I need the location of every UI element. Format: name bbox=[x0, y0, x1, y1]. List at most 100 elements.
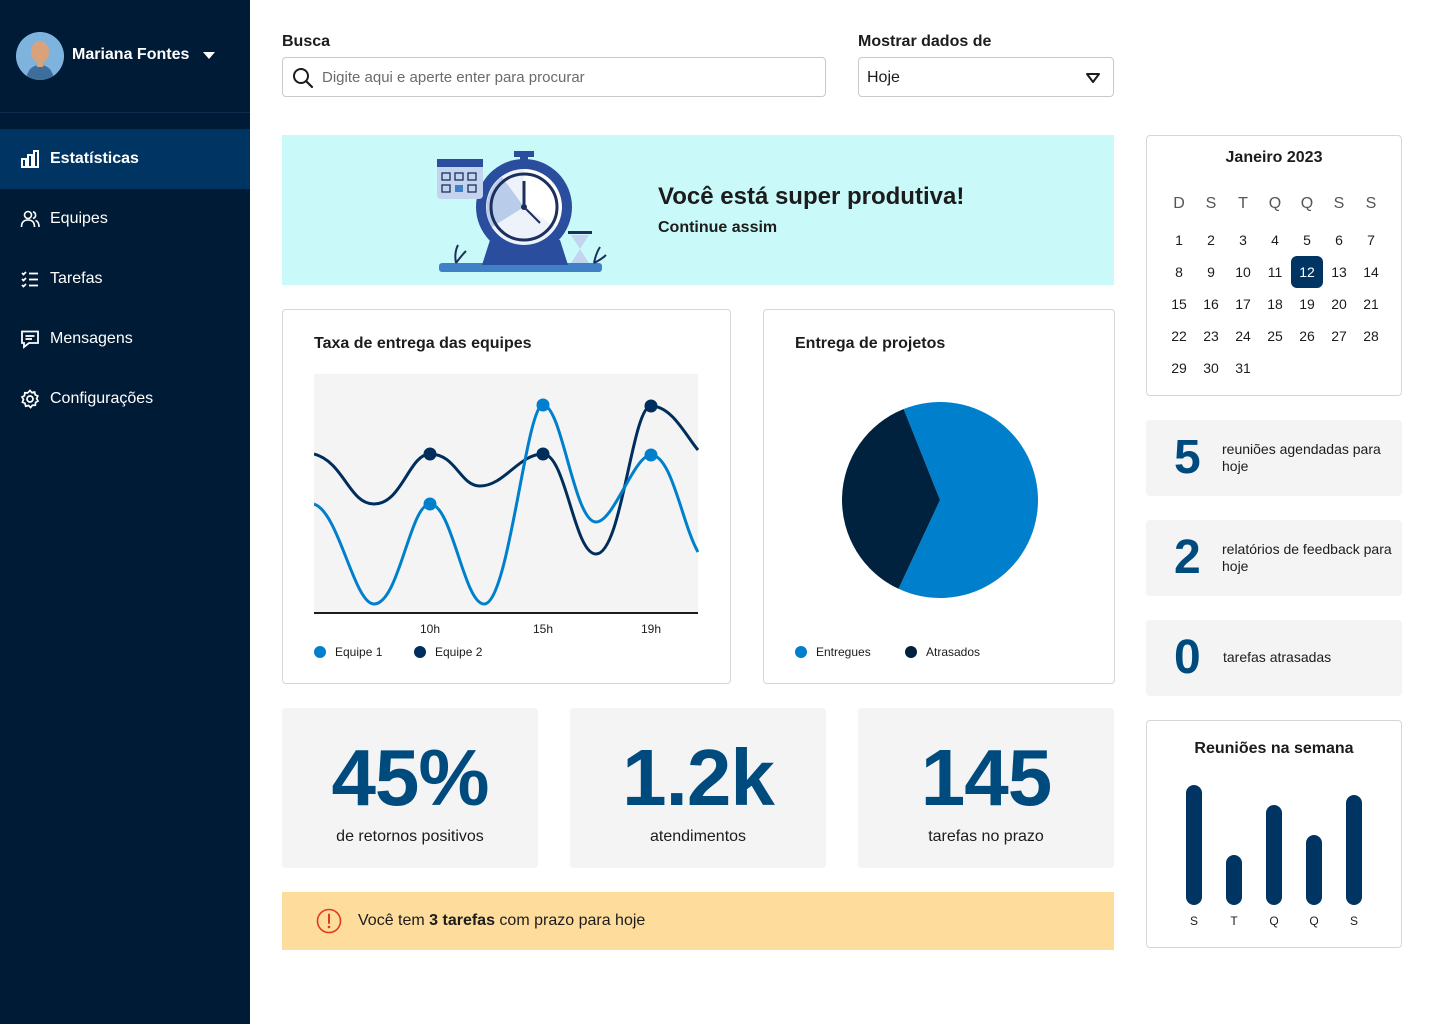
search-box[interactable] bbox=[282, 57, 826, 97]
calendar-day[interactable]: 8 bbox=[1163, 256, 1195, 288]
nav-label: Configurações bbox=[50, 390, 154, 407]
calendar-day[interactable]: 23 bbox=[1195, 320, 1227, 352]
calendar-day[interactable]: 10 bbox=[1227, 256, 1259, 288]
projects-card: Entrega de projetos Entregues Atrasados bbox=[763, 309, 1115, 684]
calendar-day[interactable]: 15 bbox=[1163, 288, 1195, 320]
calendar-weekday: T bbox=[1238, 195, 1248, 212]
bar-label: T bbox=[1230, 914, 1238, 928]
bar bbox=[1186, 785, 1202, 905]
legend-label: Equipe 2 bbox=[435, 645, 483, 659]
calendar-weekday: Q bbox=[1268, 195, 1282, 212]
delivery-rate-card: Taxa de entrega das equipes 10h 15h 19h … bbox=[282, 309, 731, 684]
bar-label: Q bbox=[1269, 914, 1278, 928]
plot-area bbox=[314, 374, 698, 613]
nav-item-equipes[interactable]: Equipes bbox=[0, 189, 250, 249]
bar bbox=[1266, 805, 1282, 905]
kpi-card: 45% de retornos positivos bbox=[282, 708, 538, 868]
kpi-value: 145 bbox=[920, 733, 1052, 822]
calendar-weekday: S bbox=[1333, 195, 1345, 212]
nav-label: Estatísticas bbox=[50, 150, 139, 167]
calendar-day[interactable]: 11 bbox=[1259, 256, 1291, 288]
alert-icon bbox=[316, 908, 342, 934]
calendar-title: Janeiro 2023 bbox=[1225, 149, 1323, 166]
search-icon bbox=[293, 68, 314, 89]
legend-dot bbox=[314, 646, 326, 658]
bar-chart: STQQS bbox=[1186, 785, 1362, 928]
calendar-day[interactable]: 30 bbox=[1195, 352, 1227, 384]
search-input[interactable] bbox=[322, 66, 812, 88]
line-point bbox=[536, 398, 550, 412]
calendar-day[interactable]: 18 bbox=[1259, 288, 1291, 320]
nav-label: Mensagens bbox=[50, 330, 133, 347]
pie-chart bbox=[842, 402, 1038, 598]
search-label: Busca bbox=[282, 33, 331, 50]
calendar-weekday: Q bbox=[1300, 195, 1314, 212]
weekly-meetings-card: Reuniões na semana S T Q Q S bbox=[1146, 720, 1402, 948]
calendar-day[interactable]: 5 bbox=[1291, 224, 1323, 256]
legend-equipe-1: Equipe 1 bbox=[314, 645, 382, 659]
calendar-day[interactable]: 14 bbox=[1355, 256, 1387, 288]
legend-label: Equipe 1 bbox=[335, 645, 383, 659]
line-point bbox=[644, 399, 658, 413]
calendar-day[interactable]: 2 bbox=[1195, 224, 1227, 256]
stat-text: tarefas atrasadas bbox=[1223, 649, 1332, 665]
legend-dot bbox=[795, 646, 807, 658]
caret-down-icon[interactable] bbox=[203, 52, 215, 59]
banner-subtitle: Continue assim bbox=[658, 219, 778, 236]
calendar-day[interactable]: 20 bbox=[1323, 288, 1355, 320]
line-point bbox=[423, 497, 437, 511]
delivery-rate-title: Taxa de entrega das equipes bbox=[314, 335, 532, 352]
kpi-caption: tarefas no prazo bbox=[928, 828, 1044, 845]
calendar-day[interactable]: 31 bbox=[1227, 352, 1259, 384]
kpi-caption: de retornos positivos bbox=[336, 828, 484, 845]
filter-label: Mostrar dados de bbox=[858, 33, 992, 50]
profile-menu[interactable]: Mariana Fontes bbox=[0, 0, 250, 113]
calendar-day[interactable]: 24 bbox=[1227, 320, 1259, 352]
gear-icon bbox=[20, 389, 40, 409]
avatar bbox=[16, 32, 64, 80]
calendar-day[interactable]: 1 bbox=[1163, 224, 1195, 256]
deadline-alert: Você tem 3 tarefas com prazo para hoje bbox=[282, 892, 1114, 950]
kpi-caption: atendimentos bbox=[649, 828, 747, 845]
calendar-day[interactable]: 16 bbox=[1195, 288, 1227, 320]
stat-value: 2 bbox=[1174, 531, 1201, 584]
calendar-day[interactable]: 26 bbox=[1291, 320, 1323, 352]
checklist-icon bbox=[20, 269, 40, 289]
calendar-day[interactable]: 27 bbox=[1323, 320, 1355, 352]
calendar-day-selected[interactable]: 12 bbox=[1291, 256, 1323, 288]
calendar-day[interactable]: 9 bbox=[1195, 256, 1227, 288]
caret-down-icon bbox=[1086, 73, 1100, 83]
productivity-banner: Você está super produtiva! Continue assi… bbox=[282, 135, 1114, 285]
calendar-day[interactable]: 25 bbox=[1259, 320, 1291, 352]
period-select[interactable]: Hoje bbox=[858, 57, 1114, 97]
sidebar: Mariana Fontes Estatísticas Equipes Tare… bbox=[0, 0, 250, 1024]
calendar-day[interactable]: 28 bbox=[1355, 320, 1387, 352]
nav-label: Tarefas bbox=[50, 270, 103, 287]
bar-label: Q bbox=[1309, 914, 1318, 928]
users-icon bbox=[20, 209, 40, 229]
stopwatch-illustration bbox=[432, 145, 612, 280]
calendar-day[interactable]: 4 bbox=[1259, 224, 1291, 256]
calendar-day[interactable]: 17 bbox=[1227, 288, 1259, 320]
nav-item-configuracoes[interactable]: Configurações bbox=[0, 369, 250, 429]
calendar-day[interactable]: 13 bbox=[1323, 256, 1355, 288]
alert-prefix: Você tem bbox=[358, 912, 430, 929]
stat-card: 0 tarefas atrasadas bbox=[1146, 620, 1402, 696]
calendar-day[interactable]: 29 bbox=[1163, 352, 1195, 384]
bar-chart-icon bbox=[20, 149, 40, 169]
nav-item-estatisticas[interactable]: Estatísticas bbox=[0, 129, 250, 189]
nav-item-tarefas[interactable]: Tarefas bbox=[0, 249, 250, 309]
nav-item-mensagens[interactable]: Mensagens bbox=[0, 309, 250, 369]
x-tick-label: 19h bbox=[640, 622, 662, 636]
alert-suffix: com prazo para hoje bbox=[494, 912, 646, 929]
kpi-card: 1.2k atendimentos bbox=[570, 708, 826, 868]
calendar-day[interactable]: 6 bbox=[1323, 224, 1355, 256]
period-select-value: Hoje bbox=[867, 69, 900, 86]
calendar-day[interactable]: 19 bbox=[1291, 288, 1323, 320]
calendar-day[interactable]: 3 bbox=[1227, 224, 1259, 256]
calendar-day[interactable]: 22 bbox=[1163, 320, 1195, 352]
message-icon bbox=[20, 329, 40, 349]
calendar-day[interactable]: 7 bbox=[1355, 224, 1387, 256]
calendar-weekday: D bbox=[1173, 195, 1185, 212]
calendar-day[interactable]: 21 bbox=[1355, 288, 1387, 320]
